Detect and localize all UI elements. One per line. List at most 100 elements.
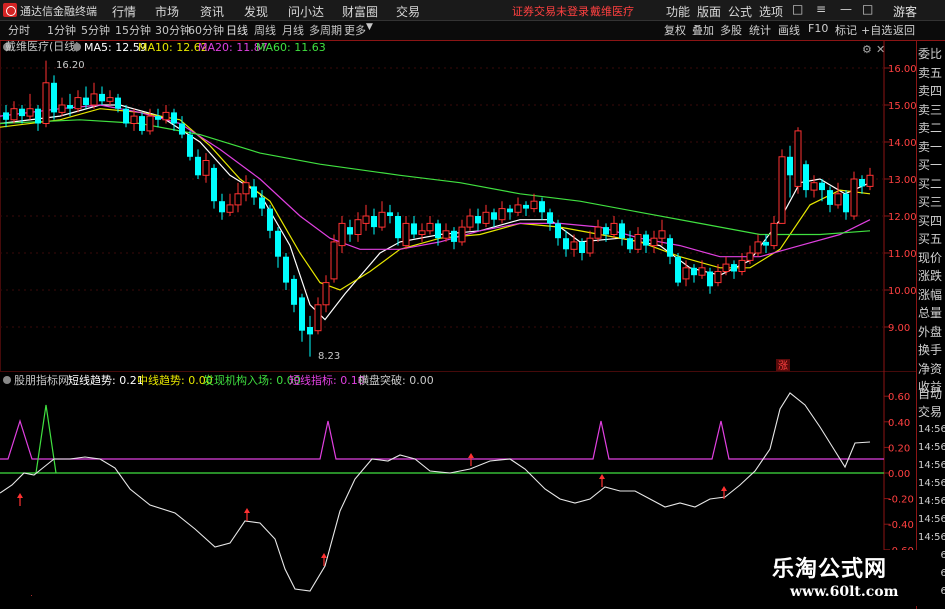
btn-add-watch[interactable]: +自选	[861, 22, 892, 38]
ind-short-trend: 短线趋势: 0.21	[68, 373, 144, 387]
period-15min[interactable]: 15分钟	[115, 22, 151, 38]
quote-label: 买二	[918, 176, 943, 191]
indicator-tick: 0.00	[888, 469, 910, 480]
price-tick: 11.00	[888, 249, 917, 260]
indicator-tick: -0.20	[888, 495, 914, 506]
quote-label: 买一	[918, 158, 943, 172]
btn-adjust[interactable]: 复权	[664, 22, 686, 38]
quote-label: 涨幅	[918, 287, 943, 302]
menu-quotes[interactable]: 行情	[112, 3, 136, 20]
price-tick: 12.00	[888, 212, 917, 223]
high-label: 16.20	[56, 60, 85, 71]
quote-label: 买四	[918, 213, 943, 228]
period-30min[interactable]: 30分钟	[155, 22, 191, 38]
close-chart-icon[interactable]: ✕	[876, 43, 885, 56]
menu-layout[interactable]: 版面	[697, 3, 721, 20]
period-60min[interactable]: 60分钟	[188, 22, 224, 38]
menu-market[interactable]: 市场	[155, 3, 179, 20]
candlestick	[675, 253, 681, 287]
indicator-menu-icon[interactable]	[3, 376, 11, 384]
price-tick: 16.00	[888, 64, 917, 75]
restore-icon[interactable]: □	[792, 2, 803, 16]
period-monthly[interactable]: 月线	[282, 22, 304, 38]
indicator-tick: -0.40	[888, 520, 914, 531]
ind-short-indicator: 短线指标: 0.10	[289, 373, 365, 387]
candlestick	[778, 149, 786, 224]
settings-gear-icon[interactable]: ⚙	[862, 43, 872, 56]
auto-trade-label[interactable]: 自动	[918, 385, 945, 402]
tick-time: 14:56	[918, 442, 945, 453]
ind-institution: 发现机构入场: 0.00	[203, 373, 301, 387]
quote-label: 净资	[918, 361, 943, 376]
btn-draw[interactable]: 画线	[778, 22, 800, 38]
quote-label: 委比	[918, 47, 943, 61]
menu-discover[interactable]: 发现	[244, 3, 268, 20]
menu-options[interactable]: 选项	[759, 3, 783, 20]
quote-label: 涨跌	[918, 269, 943, 283]
quote-label: 卖一	[918, 139, 943, 154]
btn-mark[interactable]: 标记	[835, 22, 857, 38]
title-bar: 通达信金融终端 行情 市场 资讯 发现 问小达 财富圈 交易 证券交易未登录 戴…	[0, 0, 945, 21]
kline-chart[interactable]: 戴维医疗(日线) MA5: 12.59 MA10: 12.62 MA20: 11…	[0, 41, 945, 371]
price-tick: 14.00	[888, 138, 917, 149]
tick-time: 14:56	[918, 496, 945, 507]
period-5min[interactable]: 5分钟	[81, 22, 110, 38]
candlestick	[187, 130, 193, 161]
ind-breakout: 横盘突破: 0.00	[358, 373, 434, 387]
candlestick	[330, 234, 338, 283]
more-chevron-icon[interactable]: ▼	[366, 22, 373, 32]
btn-f10[interactable]: F10	[808, 22, 828, 35]
price-tick: 9.00	[888, 323, 910, 334]
period-multi[interactable]: 多周期	[309, 22, 342, 38]
quote-label: 买五	[918, 232, 943, 246]
login-notice[interactable]: 证券交易未登录	[512, 3, 589, 19]
period-daily[interactable]: 日线	[226, 22, 248, 38]
maximize-icon[interactable]: □	[862, 2, 873, 16]
menu-trade[interactable]: 交易	[396, 3, 420, 20]
quote-label: 总量	[918, 306, 943, 320]
tick-time: 14:56	[918, 478, 945, 489]
quote-label: 外盘	[918, 324, 943, 339]
tick-time: 14:56	[918, 532, 945, 543]
period-more[interactable]: 更多	[344, 22, 366, 38]
price-tick: 10.00	[888, 286, 917, 297]
quote-label: 卖四	[918, 84, 943, 98]
tick-time: 14:56	[918, 460, 945, 471]
stock-link[interactable]: 戴维医疗	[590, 3, 634, 19]
guest-label[interactable]: 游客	[893, 3, 917, 20]
btn-overlay[interactable]: 叠加	[692, 22, 714, 38]
quote-label: 买三	[918, 195, 943, 209]
low-label: 8.23	[318, 351, 340, 362]
period-intraday[interactable]: 分时	[8, 22, 30, 38]
stock-title: 戴维医疗(日线)	[5, 41, 80, 53]
quote-label: 换手	[918, 343, 943, 357]
tick-time: 14:56	[918, 424, 945, 435]
btn-stats[interactable]: 统计	[749, 22, 771, 38]
period-1min[interactable]: 1分钟	[47, 22, 76, 38]
menu-news[interactable]: 资讯	[200, 3, 224, 20]
zhang-badge: 涨	[778, 360, 788, 371]
menu-wealth[interactable]: 财富圈	[342, 3, 378, 20]
ma60-label: MA60: 11.63	[256, 41, 326, 54]
candlestick	[850, 171, 858, 220]
ma-menu-icon[interactable]	[73, 43, 81, 51]
indicator-tick: 0.40	[888, 418, 910, 429]
ind-mid-trend: 中线趋势: 0.00	[137, 373, 213, 387]
minimize-icon[interactable]: —	[840, 2, 852, 16]
menu-function[interactable]: 功能	[666, 3, 690, 20]
menu-formula[interactable]: 公式	[728, 3, 752, 20]
app-title: 通达信金融终端	[20, 5, 97, 18]
price-tick: 15.00	[888, 101, 917, 112]
quote-label: 卖五	[918, 65, 943, 80]
indicator-name: 股朋指标网	[14, 373, 69, 387]
btn-multi-stock[interactable]: 多股	[720, 22, 742, 38]
period-weekly[interactable]: 周线	[254, 22, 276, 38]
menu-wenxiaoda[interactable]: 问小达	[288, 3, 324, 20]
auto-trade-label[interactable]: 交易	[918, 403, 945, 420]
btn-back[interactable]: 返回	[893, 22, 915, 38]
watermark-title: 乐淘公式网	[772, 557, 888, 582]
quote-label: 卖二	[918, 121, 943, 135]
indicator-tick: 0.20	[888, 443, 910, 454]
list-icon[interactable]: ≡	[816, 2, 826, 16]
quote-label: 卖三	[918, 102, 943, 117]
